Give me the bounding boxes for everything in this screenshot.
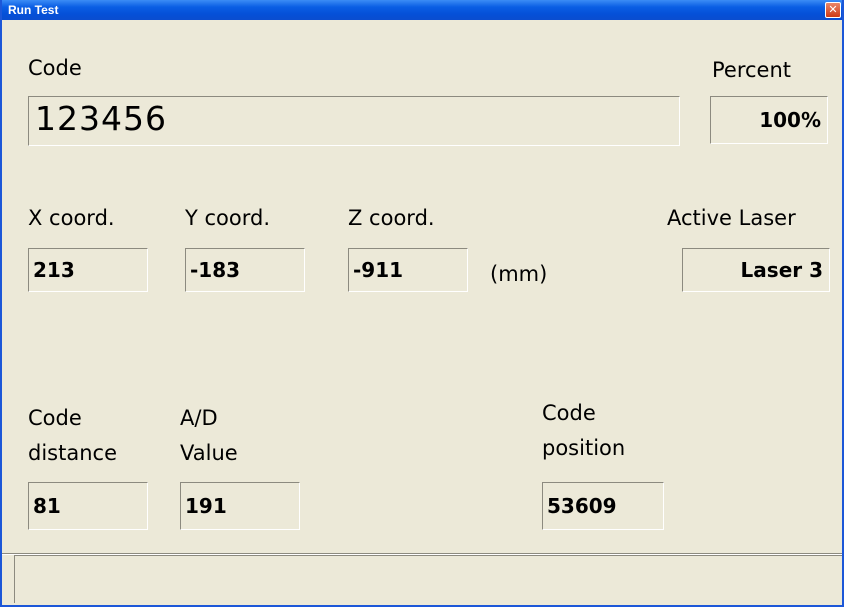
code-value: 123456 (28, 96, 680, 146)
code-position-label-line2: position (542, 436, 626, 460)
percent-label: Percent (712, 58, 792, 82)
y-coord-value: -183 (185, 248, 305, 292)
active-laser-label: Active Laser (667, 206, 796, 230)
ad-value-value: 191 (180, 482, 300, 530)
active-laser-value: Laser 3 (682, 248, 830, 292)
code-position-value: 53609 (542, 482, 664, 530)
run-test-window: Run Test ✕ Code 123456 Percent 100% X co… (0, 0, 844, 607)
status-bar (14, 555, 842, 603)
close-icon[interactable]: ✕ (825, 2, 841, 18)
y-coord-label: Y coord. (185, 206, 271, 230)
z-coord-label: Z coord. (348, 206, 435, 230)
code-distance-value: 81 (28, 482, 148, 530)
code-position-label-line1: Code (542, 401, 596, 425)
ad-value-label-line1: A/D (180, 406, 218, 430)
x-coord-label: X coord. (28, 206, 115, 230)
ad-value-label-line2: Value (180, 441, 238, 465)
code-distance-label-line1: Code (28, 406, 82, 430)
window-title: Run Test (8, 3, 59, 17)
units-label: (mm) (490, 262, 548, 286)
code-label: Code (28, 56, 82, 80)
title-bar[interactable]: Run Test ✕ (2, 0, 842, 20)
code-distance-label-line2: distance (28, 441, 117, 465)
percent-value: 100% (710, 96, 828, 144)
x-coord-value: 213 (28, 248, 148, 292)
z-coord-value: -911 (348, 248, 468, 292)
